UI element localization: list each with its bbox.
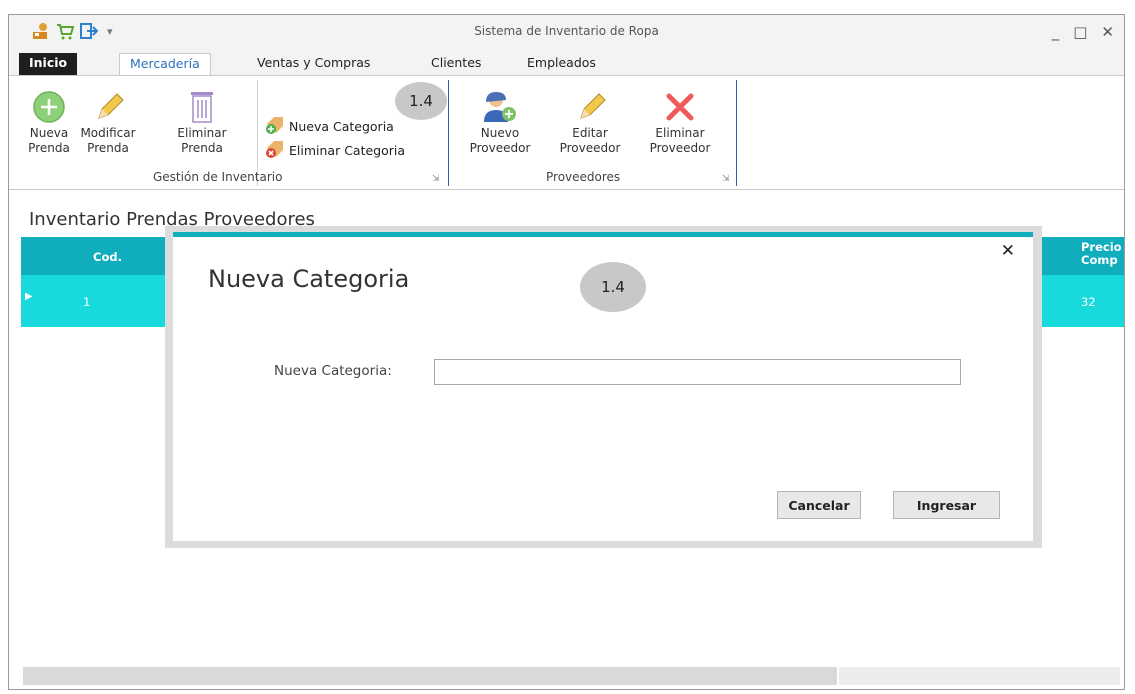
gestion-inventario-group-label: Gestión de Inventario [153, 170, 283, 184]
nuevo-proveedor-label-1: Nuevo [480, 126, 520, 140]
modificar-prenda-button[interactable]: Modificar Prenda [73, 84, 143, 156]
tab-inicio[interactable]: Inicio [19, 53, 78, 75]
add-circle-icon [27, 84, 71, 124]
tag-remove-icon [265, 140, 285, 161]
eliminar-prenda-label-1: Eliminar [177, 126, 227, 140]
inventario-launcher-icon[interactable]: ⇲ [432, 174, 440, 184]
editar-proveedor-button[interactable]: Editar Proveedor [551, 84, 629, 156]
nueva-categoria-input[interactable] [434, 359, 961, 385]
step-badge-dialog: 1.4 [580, 262, 646, 312]
scrollbar-track [839, 667, 1120, 685]
step-badge-ribbon: 1.4 [395, 82, 447, 120]
nueva-categoria-label: Nueva Categoria [289, 119, 394, 134]
editar-proveedor-label-1: Editar [572, 126, 608, 140]
column-header-cod[interactable]: Cod. [93, 250, 122, 264]
maximize-icon[interactable]: □ [1073, 23, 1087, 41]
eliminar-proveedor-label-2: Proveedor [649, 141, 711, 155]
cell-precio: 32 [1081, 295, 1096, 309]
nueva-categoria-field-label: Nueva Categoria: [274, 363, 392, 379]
tab-ventas-compras[interactable]: Ventas y Compras [247, 53, 380, 75]
tab-mercaderia[interactable]: Mercadería [119, 53, 211, 75]
tab-empleados[interactable]: Empleados [517, 53, 606, 75]
proveedores-launcher-icon[interactable]: ⇲ [722, 174, 730, 184]
close-icon[interactable]: ✕ [1101, 23, 1114, 41]
cancel-button[interactable]: Cancelar [777, 491, 861, 519]
tag-add-icon [265, 116, 285, 137]
cell-cod: 1 [83, 295, 91, 309]
nueva-prenda-button[interactable]: Nueva Prenda [27, 84, 71, 156]
trash-icon [173, 84, 231, 124]
pencil-icon [551, 84, 629, 124]
modificar-prenda-label-1: Modificar [80, 126, 136, 140]
horizontal-scrollbar[interactable] [23, 667, 837, 685]
ribbon-tabs: Inicio Mercadería Ventas y Compras Clien… [9, 51, 1124, 75]
eliminar-prenda-label-2: Prenda [181, 141, 223, 155]
delete-x-icon [639, 84, 721, 124]
proveedores-group-label: Proveedores [546, 170, 621, 184]
window-controls: _ □ ✕ [1052, 23, 1114, 41]
nuevo-proveedor-label-2: Proveedor [469, 141, 531, 155]
eliminar-categoria-button[interactable]: Eliminar Categoria [265, 140, 405, 161]
title-bar: ▾ Sistema de Inventario de Ropa _ □ ✕ [9, 15, 1124, 51]
ingresar-button[interactable]: Ingresar [893, 491, 1000, 519]
nuevo-proveedor-button[interactable]: Nuevo Proveedor [461, 84, 539, 156]
eliminar-prenda-button[interactable]: Eliminar Prenda [173, 84, 231, 156]
nueva-categoria-button[interactable]: Nueva Categoria [265, 116, 394, 137]
window-title: Sistema de Inventario de Ropa [474, 24, 659, 38]
nueva-prenda-label-1: Nueva [29, 126, 69, 140]
pencil-icon [73, 84, 143, 124]
group-separator [448, 80, 449, 186]
ribbon-panel: Nueva Prenda Modificar Prenda Eliminar P… [9, 75, 1124, 190]
eliminar-proveedor-label-1: Eliminar [655, 126, 705, 140]
close-icon[interactable]: ✕ [1001, 241, 1015, 261]
column-header-precio[interactable]: Precio Comp [1081, 241, 1124, 267]
tab-clientes[interactable]: Clientes [421, 53, 491, 75]
add-user-icon [461, 84, 539, 124]
dialog-title: Nueva Categoria [208, 265, 410, 293]
eliminar-categoria-label: Eliminar Categoria [289, 143, 406, 158]
modificar-prenda-label-2: Prenda [87, 141, 129, 155]
nueva-prenda-label-2: Prenda [28, 141, 70, 155]
editar-proveedor-label-2: Proveedor [559, 141, 621, 155]
nueva-categoria-dialog: Nueva Categoria ✕ 1.4 Nueva Categoria: C… [173, 232, 1033, 541]
row-indicator-icon: ▶ [25, 291, 33, 302]
group-separator [736, 80, 737, 186]
minimize-icon[interactable]: _ [1052, 23, 1060, 41]
eliminar-proveedor-button[interactable]: Eliminar Proveedor [639, 84, 721, 156]
